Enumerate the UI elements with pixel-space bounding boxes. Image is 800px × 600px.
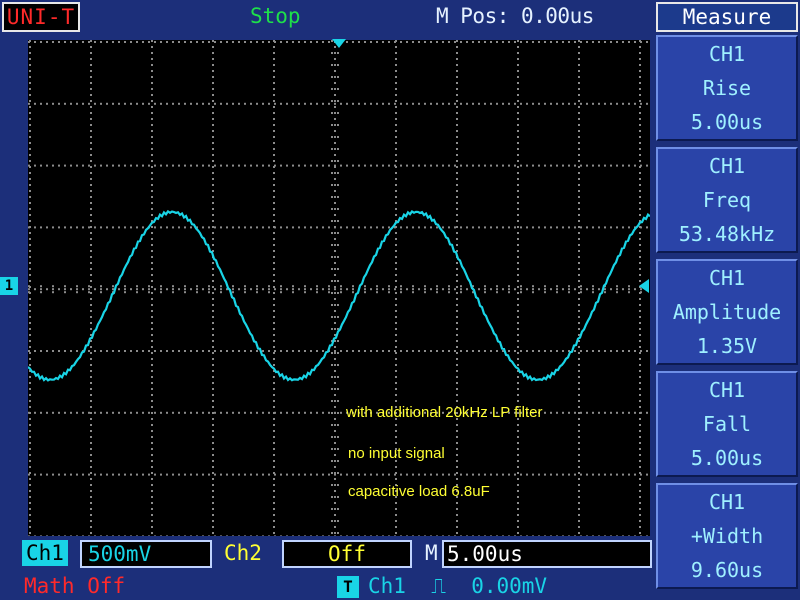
- measure-channel: CH1: [708, 490, 746, 514]
- annotation-input: no input signal: [348, 445, 445, 462]
- measure-value: 5.00us: [690, 110, 764, 134]
- measure-fall[interactable]: CH1 Fall 5.00us: [656, 371, 798, 477]
- timebase-tag: M: [425, 541, 438, 565]
- waveform-display: with additional 20kHz LP filter no input…: [28, 40, 650, 536]
- ch1-scale[interactable]: 500mV: [80, 540, 212, 568]
- ch2-tag[interactable]: Ch2: [224, 540, 262, 566]
- horizontal-position: M Pos: 0.00us: [436, 4, 594, 28]
- measure-label: Fall: [702, 412, 752, 436]
- ch2-scale[interactable]: Off: [282, 540, 412, 568]
- brand-logo: UNI-T: [2, 2, 80, 32]
- measure-freq[interactable]: CH1 Freq 53.48kHz: [656, 147, 798, 253]
- measure-title[interactable]: Measure: [656, 2, 798, 32]
- timebase-scale[interactable]: 5.00us: [442, 540, 652, 568]
- measure-value: 9.60us: [690, 558, 764, 582]
- measure-value: 1.35V: [696, 334, 758, 358]
- measure-pwidth[interactable]: CH1 +Width 9.60us: [656, 483, 798, 589]
- run-status: Stop: [250, 4, 301, 28]
- status-bar: Ch1 500mV Ch2 Off M 5.00us Math Off T Ch…: [0, 538, 654, 600]
- measure-value: 53.48kHz: [678, 222, 776, 246]
- measure-label: Rise: [702, 76, 752, 100]
- measure-channel: CH1: [708, 378, 746, 402]
- measure-amplitude[interactable]: CH1 Amplitude 1.35V: [656, 259, 798, 365]
- measure-label: +Width: [690, 524, 764, 548]
- annotation-load: capacitive load 6.8uF: [348, 483, 490, 500]
- measure-label: Amplitude: [672, 300, 782, 324]
- trigger-icon: T: [337, 576, 359, 598]
- trigger-position-icon: [332, 39, 346, 48]
- ch1-tag[interactable]: Ch1: [22, 540, 68, 566]
- ch1-ground-marker[interactable]: 1: [0, 277, 18, 295]
- annotation-filter: with additional 20kHz LP filter: [346, 404, 543, 421]
- measure-channel: CH1: [708, 154, 746, 178]
- measure-rise[interactable]: CH1 Rise 5.00us: [656, 35, 798, 141]
- measure-label: Freq: [702, 188, 752, 212]
- ch1-trace: [28, 209, 650, 382]
- math-status[interactable]: Math Off: [24, 574, 125, 598]
- measure-value: 5.00us: [690, 446, 764, 470]
- graticule: [28, 40, 650, 536]
- measure-channel: CH1: [708, 266, 746, 290]
- trigger-level-icon: [639, 279, 649, 293]
- trigger-info[interactable]: Ch1 ⎍ 0.00mV: [368, 574, 547, 598]
- measure-channel: CH1: [708, 42, 746, 66]
- measure-panel: Measure CH1 Rise 5.00us CH1 Freq 53.48kH…: [654, 0, 800, 600]
